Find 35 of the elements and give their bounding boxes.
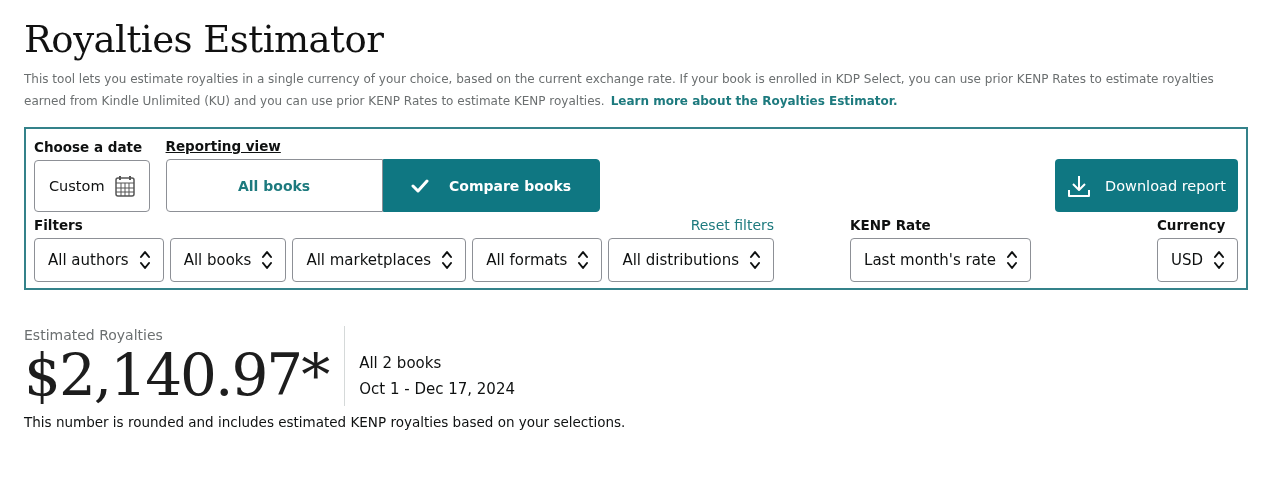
chevron-icon — [749, 249, 762, 271]
chevron-icon — [441, 249, 454, 271]
date-label: Choose a date — [34, 138, 144, 156]
currency-select[interactable]: USD — [1156, 238, 1238, 282]
filter-select[interactable]: All marketplaces — [292, 238, 467, 282]
page-title: Royalties Estimator — [24, 17, 385, 63]
view-tab[interactable]: All books — [165, 159, 383, 212]
calendar-icon — [114, 175, 135, 197]
description-text: This tool lets you estimate royalties in a single currency of your choice, based on the current exchange rate. If your book is enrolled in KDP Select, you can use prior KENP Rates to estimate royalties earned from Kindle Unlimited (KU) and you can use prior KENP Rates to estimate KENP royalties. Learn more about the Royalties Estimator. — [24, 71, 1215, 110]
chevron-icon — [138, 249, 151, 271]
books-count: All 2 books — [359, 353, 443, 374]
kenp-rate-label: KENP Rate — [850, 216, 932, 234]
view-tab[interactable]: Compare books — [382, 159, 600, 212]
check-icon — [411, 178, 429, 193]
currency-label: Currency — [1156, 216, 1227, 234]
download-icon — [1067, 173, 1091, 198]
date-range: Oct 1 - Dec 17, 2024 — [359, 379, 515, 400]
kenp-rate-select[interactable]: Last month's rate — [850, 238, 1031, 282]
filter-select[interactable]: All distributions — [608, 238, 775, 282]
rounding-note: This number is rounded and includes estimated KENP royalties based on your selections. — [24, 414, 627, 430]
reporting-view-label: Reporting view — [165, 137, 282, 155]
filter-select[interactable]: All formats — [472, 238, 603, 282]
chevron-icon — [577, 249, 590, 271]
download-report-button[interactable]: Download report — [1055, 159, 1238, 212]
filter-select[interactable]: All authors — [34, 238, 164, 282]
reset-filters-link[interactable]: Reset filters — [690, 216, 775, 234]
learn-more-link[interactable]: Learn more about the Royalties Estimator. — [610, 94, 898, 108]
filters-label: Filters — [34, 216, 83, 234]
chevron-icon — [1005, 249, 1018, 271]
filter-select[interactable]: All books — [169, 238, 287, 282]
chevron-icon — [261, 249, 274, 271]
royalties-amount: $2,140.97* — [24, 344, 329, 406]
estimated-royalties-label: Estimated Royalties — [24, 326, 164, 344]
chevron-icon — [1213, 249, 1225, 271]
date-picker-button[interactable]: Custom — [34, 160, 150, 212]
